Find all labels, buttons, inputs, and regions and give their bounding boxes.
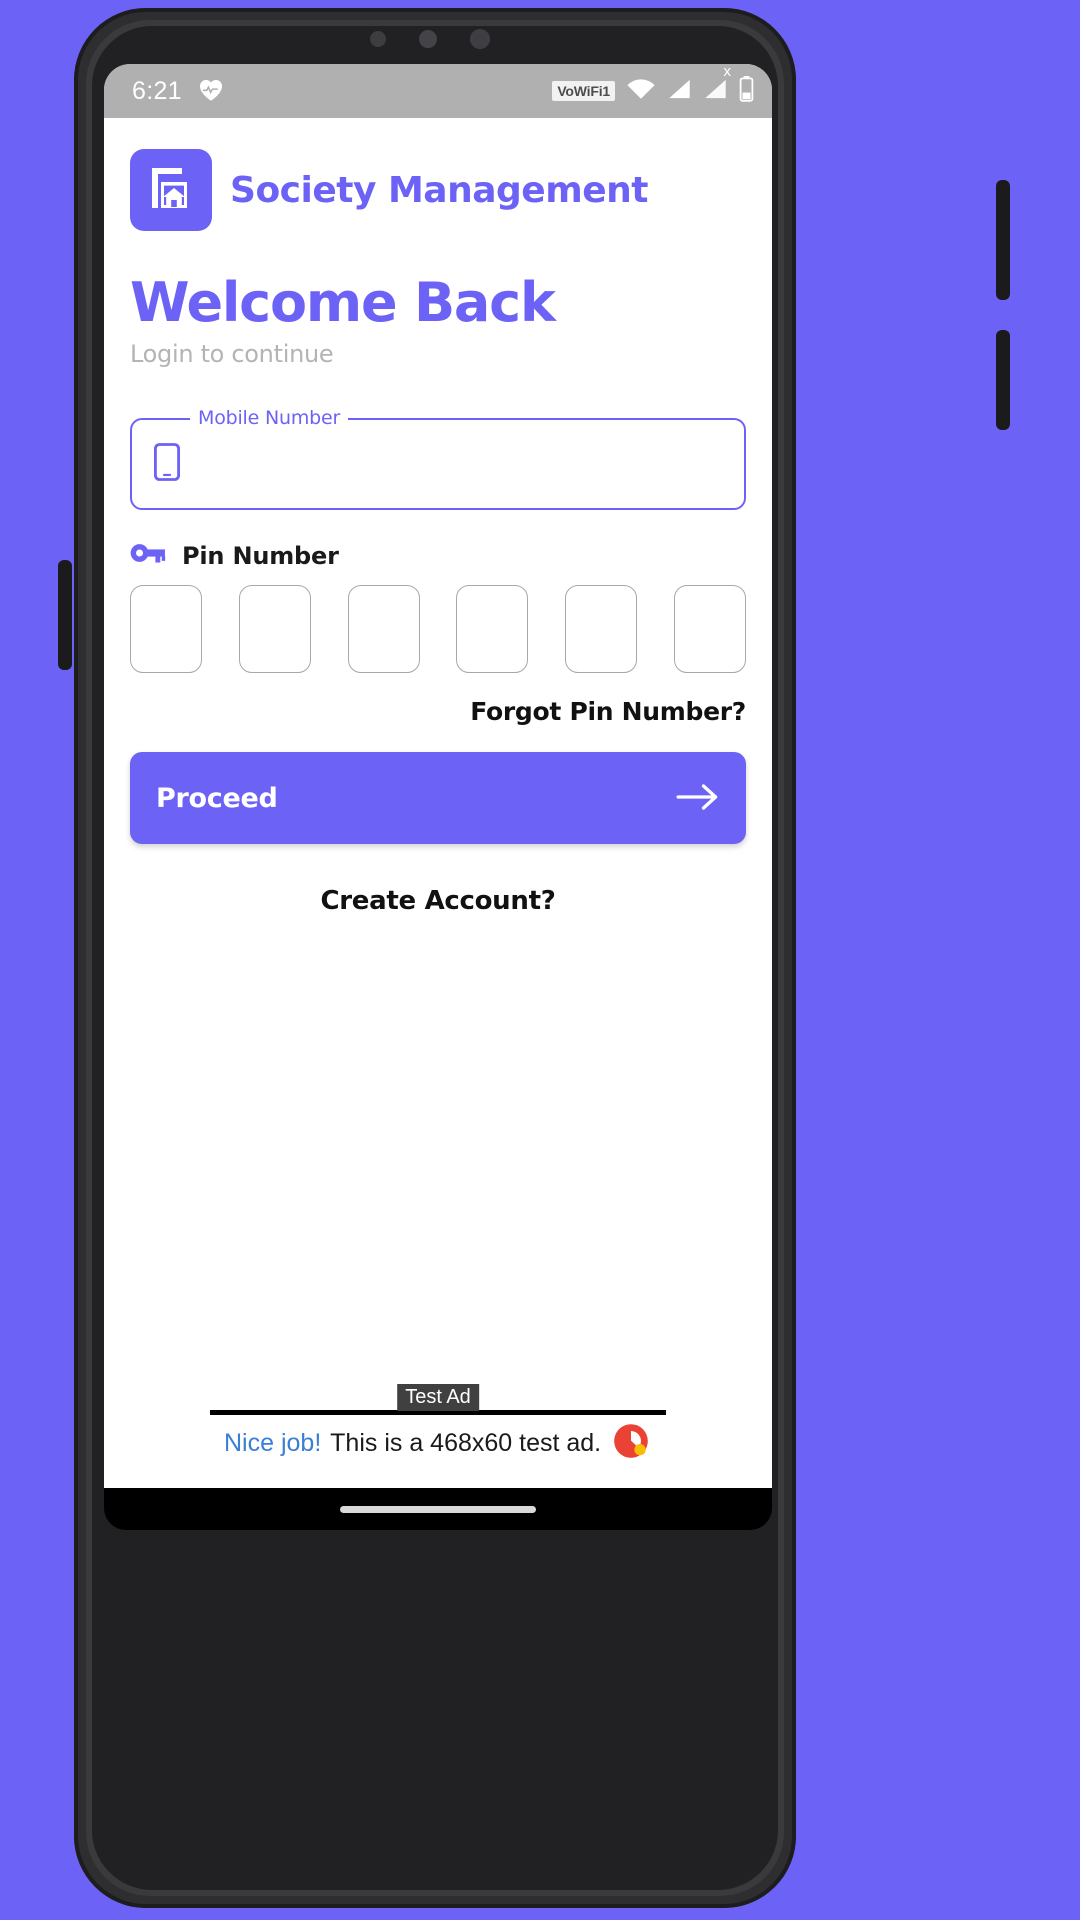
home-gesture-pill[interactable] bbox=[340, 1505, 536, 1513]
camera-dot-icon bbox=[470, 29, 490, 49]
pin-input-group bbox=[130, 585, 746, 673]
battery-icon bbox=[739, 75, 754, 107]
pin-number-label-row: Pin Number bbox=[130, 540, 746, 571]
app-header: Society Management bbox=[130, 118, 746, 238]
ad-body-text: This is a 468x60 test ad. bbox=[330, 1429, 602, 1457]
pin-digit-input[interactable] bbox=[347, 585, 420, 673]
wifi-icon bbox=[626, 77, 656, 106]
status-bar-right: VoWiFi1 x bbox=[552, 64, 754, 107]
ad-banner[interactable]: Test Ad Nice job! This is a 468x60 test … bbox=[210, 1384, 666, 1472]
pin-digit-input[interactable] bbox=[673, 585, 746, 673]
welcome-subtitle: Login to continue bbox=[130, 340, 334, 368]
status-bar-left: 6:21 bbox=[132, 75, 226, 107]
phone-screen: 6:21 VoWiFi1 x Society Management Welcom… bbox=[104, 64, 772, 1488]
vowifi-badge: VoWiFi1 bbox=[552, 80, 615, 102]
mobile-phone-icon bbox=[154, 442, 181, 486]
forgot-pin-link[interactable]: Forgot Pin Number? bbox=[470, 697, 746, 726]
status-time: 6:21 bbox=[132, 76, 182, 105]
proceed-button[interactable]: Proceed bbox=[130, 752, 746, 844]
ad-cta-text: Nice job! bbox=[224, 1429, 322, 1457]
heart-icon bbox=[196, 75, 226, 107]
camera-dot-icon bbox=[370, 31, 386, 47]
create-account-link[interactable]: Create Account? bbox=[320, 886, 555, 916]
society-house-sign-icon bbox=[145, 162, 197, 219]
app-logo bbox=[130, 149, 212, 231]
page-title: Society Management bbox=[230, 169, 648, 211]
key-icon bbox=[130, 540, 166, 571]
pin-number-label: Pin Number bbox=[182, 541, 339, 570]
welcome-heading: Welcome Back bbox=[130, 271, 556, 334]
mobile-number-label: Mobile Number bbox=[190, 407, 349, 429]
camera-sensor-row bbox=[370, 28, 490, 50]
create-account-row: Create Account? bbox=[130, 886, 746, 916]
signal-bars-icon bbox=[667, 77, 692, 106]
power-button[interactable] bbox=[996, 180, 1010, 300]
pin-digit-input[interactable] bbox=[456, 585, 529, 673]
proceed-button-label: Proceed bbox=[156, 782, 278, 814]
signal-x-glyph: x bbox=[723, 64, 732, 80]
ad-test-tag: Test Ad bbox=[397, 1384, 479, 1411]
pin-digit-input[interactable] bbox=[130, 585, 202, 673]
pin-digit-input[interactable] bbox=[238, 585, 311, 673]
navigation-bar bbox=[104, 1488, 772, 1530]
mobile-number-input[interactable] bbox=[194, 420, 722, 508]
app-content: Society Management Welcome Back Login to… bbox=[104, 118, 772, 1488]
camera-dot-icon bbox=[419, 30, 437, 48]
assistant-button[interactable] bbox=[58, 560, 72, 670]
mobile-number-field[interactable]: Mobile Number bbox=[130, 407, 746, 510]
status-bar: 6:21 VoWiFi1 x bbox=[104, 64, 772, 118]
pin-digit-input[interactable] bbox=[565, 585, 638, 673]
signal-no-service-icon: x bbox=[703, 64, 731, 106]
forgot-pin-row: Forgot Pin Number? bbox=[130, 697, 746, 726]
volume-button[interactable] bbox=[996, 330, 1010, 430]
arrow-right-icon bbox=[676, 782, 720, 815]
admob-logo-icon bbox=[610, 1420, 652, 1467]
